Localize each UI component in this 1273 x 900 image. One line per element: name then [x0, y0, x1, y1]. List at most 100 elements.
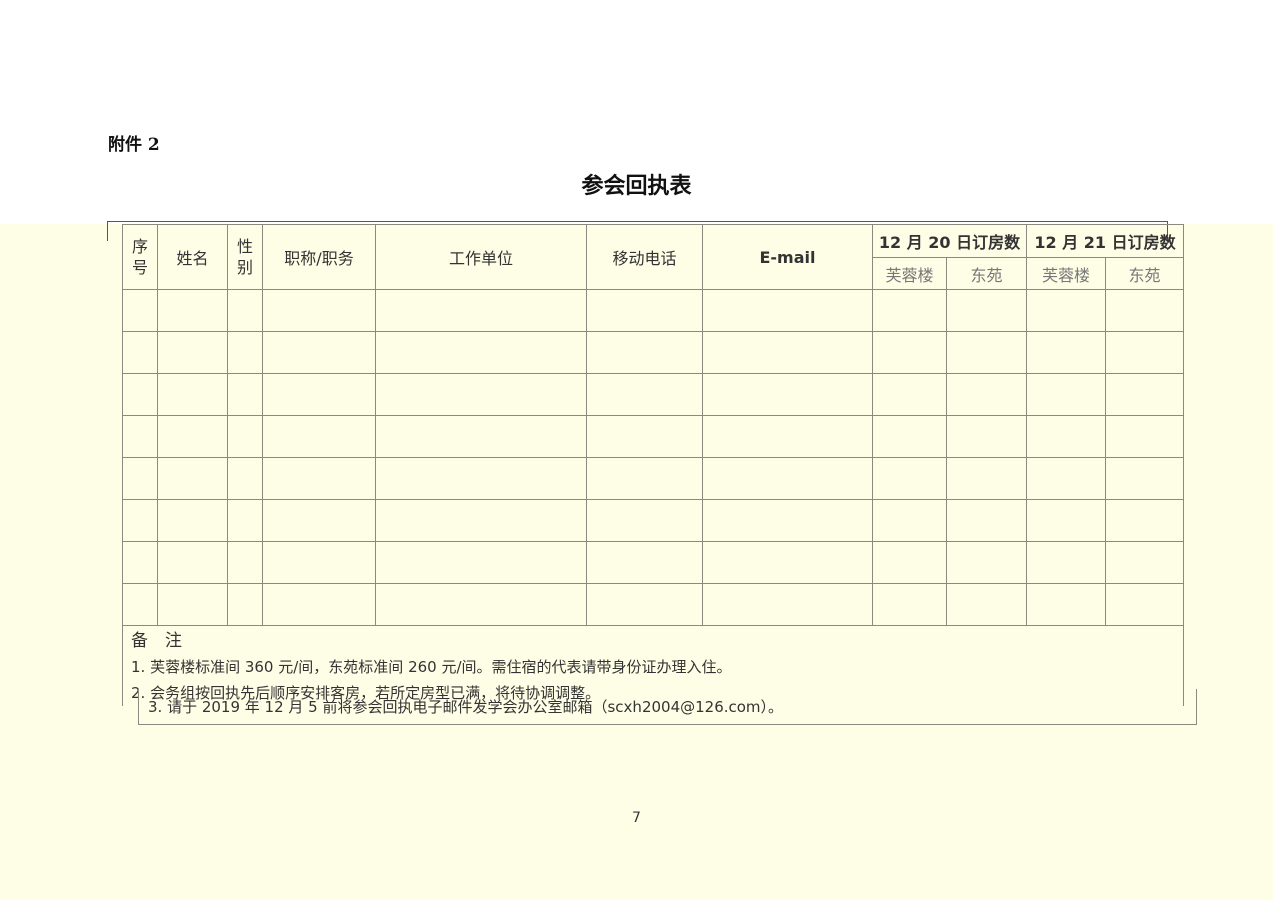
- table-cell[interactable]: [872, 415, 947, 458]
- table-cell[interactable]: [157, 331, 228, 374]
- table-cell[interactable]: [702, 541, 873, 584]
- table-cell[interactable]: [1026, 583, 1106, 626]
- table-cell[interactable]: [1026, 415, 1106, 458]
- table-cell[interactable]: [122, 499, 158, 542]
- table-cell[interactable]: [946, 583, 1027, 626]
- table-cell[interactable]: [262, 583, 376, 626]
- table-row: [122, 499, 1184, 542]
- table-cell[interactable]: [375, 499, 587, 542]
- table-cell[interactable]: [262, 415, 376, 458]
- table-cell[interactable]: [1105, 541, 1184, 584]
- table-cell[interactable]: [375, 289, 587, 332]
- table-cell[interactable]: [122, 289, 158, 332]
- table-cell[interactable]: [946, 499, 1027, 542]
- table-cell[interactable]: [122, 541, 158, 584]
- table-cell[interactable]: [375, 373, 587, 416]
- table-cell[interactable]: [227, 373, 263, 416]
- table-cell[interactable]: [1105, 373, 1184, 416]
- table-cell[interactable]: [262, 499, 376, 542]
- table-cell[interactable]: [946, 289, 1027, 332]
- table-cell[interactable]: [1026, 331, 1106, 374]
- table-cell[interactable]: [586, 373, 703, 416]
- table-cell[interactable]: [375, 583, 587, 626]
- table-cell[interactable]: [1105, 415, 1184, 458]
- table-cell[interactable]: [872, 583, 947, 626]
- table-cell[interactable]: [586, 541, 703, 584]
- table-cell[interactable]: [375, 541, 587, 584]
- table-cell[interactable]: [1026, 457, 1106, 500]
- table-row: [122, 289, 1184, 332]
- header-email: E-mail: [702, 224, 873, 290]
- table-cell[interactable]: [702, 331, 873, 374]
- table-cell[interactable]: [946, 373, 1027, 416]
- table-cell[interactable]: [946, 457, 1027, 500]
- table-cell[interactable]: [157, 289, 228, 332]
- table-cell[interactable]: [872, 289, 947, 332]
- table-cell[interactable]: [227, 415, 263, 458]
- table-cell[interactable]: [702, 499, 873, 542]
- table-cell[interactable]: [262, 541, 376, 584]
- table-cell[interactable]: [227, 541, 263, 584]
- table-cell[interactable]: [1105, 499, 1184, 542]
- table-cell[interactable]: [872, 541, 947, 584]
- table-cell[interactable]: [586, 289, 703, 332]
- table-cell[interactable]: [262, 373, 376, 416]
- table-cell[interactable]: [702, 457, 873, 500]
- table-cell[interactable]: [262, 289, 376, 332]
- table-cell[interactable]: [1026, 289, 1106, 332]
- empty-rows: [122, 289, 1184, 626]
- table-cell[interactable]: [157, 415, 228, 458]
- table-cell[interactable]: [586, 331, 703, 374]
- table-cell[interactable]: [586, 583, 703, 626]
- table-cell[interactable]: [1026, 499, 1106, 542]
- table-cell[interactable]: [375, 457, 587, 500]
- table-cell[interactable]: [872, 331, 947, 374]
- table-cell[interactable]: [586, 415, 703, 458]
- table-cell[interactable]: [227, 289, 263, 332]
- reply-form-table: 序 号 姓名 性 别 职称/职务 工作单位 移动电话 E-mail 12 月 2…: [122, 224, 1184, 706]
- table-cell[interactable]: [122, 373, 158, 416]
- note-3: 3. 请于 2019 年 12 月 5 前将参会回执电子邮件发学会办公室邮箱（s…: [138, 689, 1197, 725]
- table-cell[interactable]: [1026, 373, 1106, 416]
- table-cell[interactable]: [122, 457, 158, 500]
- header-gender: 性 别: [227, 224, 263, 290]
- table-cell[interactable]: [946, 331, 1027, 374]
- table-cell[interactable]: [1105, 457, 1184, 500]
- table-cell[interactable]: [946, 415, 1027, 458]
- table-cell[interactable]: [262, 457, 376, 500]
- subheader-furong-2: 芙蓉楼: [1026, 257, 1106, 290]
- table-cell[interactable]: [157, 457, 228, 500]
- table-cell[interactable]: [122, 415, 158, 458]
- table-cell[interactable]: [1105, 583, 1184, 626]
- table-cell[interactable]: [702, 583, 873, 626]
- table-cell[interactable]: [702, 415, 873, 458]
- header-row: 序 号 姓名 性 别 职称/职务 工作单位 移动电话 E-mail 12 月 2…: [122, 224, 1184, 290]
- table-cell[interactable]: [122, 583, 158, 626]
- table-cell[interactable]: [227, 457, 263, 500]
- table-cell[interactable]: [586, 499, 703, 542]
- table-cell[interactable]: [946, 541, 1027, 584]
- table-cell[interactable]: [227, 583, 263, 626]
- table-cell[interactable]: [1105, 289, 1184, 332]
- table-cell[interactable]: [872, 457, 947, 500]
- table-row: [122, 331, 1184, 374]
- table-cell[interactable]: [872, 373, 947, 416]
- table-cell[interactable]: [227, 331, 263, 374]
- table-cell[interactable]: [157, 583, 228, 626]
- table-cell[interactable]: [1026, 541, 1106, 584]
- table-cell[interactable]: [702, 289, 873, 332]
- table-cell[interactable]: [157, 541, 228, 584]
- table-cell[interactable]: [872, 499, 947, 542]
- table-cell[interactable]: [586, 457, 703, 500]
- table-cell[interactable]: [122, 331, 158, 374]
- header-position: 职称/职务: [262, 224, 376, 290]
- table-cell[interactable]: [227, 499, 263, 542]
- table-cell[interactable]: [702, 373, 873, 416]
- table-row: [122, 415, 1184, 458]
- table-cell[interactable]: [157, 499, 228, 542]
- table-cell[interactable]: [375, 331, 587, 374]
- table-cell[interactable]: [262, 331, 376, 374]
- table-cell[interactable]: [157, 373, 228, 416]
- table-cell[interactable]: [375, 415, 587, 458]
- table-cell[interactable]: [1105, 331, 1184, 374]
